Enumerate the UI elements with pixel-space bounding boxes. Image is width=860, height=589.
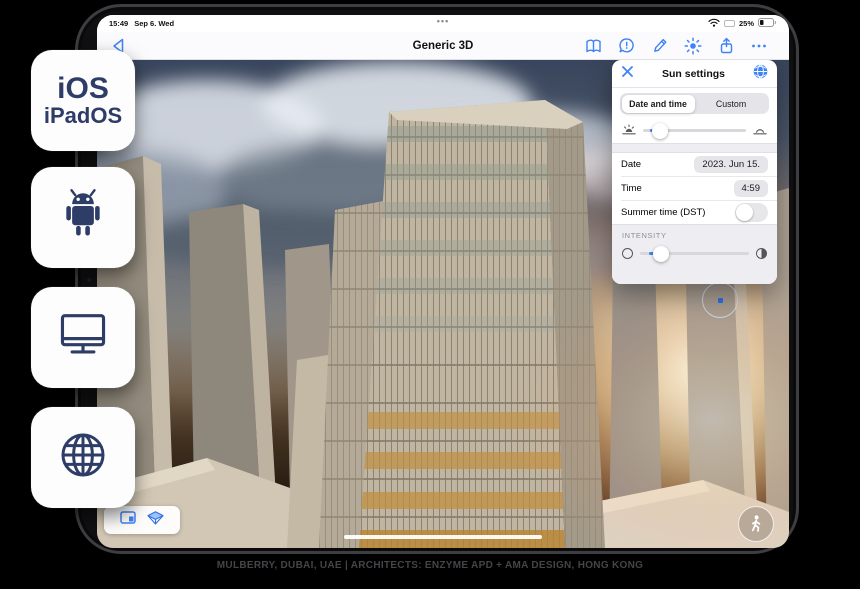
summer-time-toggle[interactable] [735,203,768,222]
sun-dot [718,298,723,303]
page-title: Generic 3D [413,40,474,52]
intensity-section: INTENSITY [612,224,777,275]
ios-label: iOS [57,73,109,105]
ipad-screen: 15:49 Sep 6. Wed ••• 25% [97,15,789,548]
android-icon [54,185,112,250]
status-date: Sep 6. Wed [134,19,174,28]
platform-badge-desktop [31,287,135,388]
date-label: Date [621,159,641,170]
ipados-label: iPadOS [44,104,122,128]
status-indicator-icon [724,20,735,27]
tab-custom[interactable]: Custom [695,95,768,113]
time-value[interactable]: 4:59 [734,180,769,197]
date-row: Date 2023. Jun 15. [612,153,777,176]
battery-icon [758,18,777,29]
toggle-knob [736,204,753,221]
circle-halffill-icon [756,248,767,259]
platform-badge-android [31,167,135,268]
intensity-slider [612,242,777,259]
view-controls [104,506,180,534]
time-slider-thumb[interactable] [652,123,668,139]
status-bar: 15:49 Sep 6. Wed ••• 25% [97,15,789,32]
navigation-bar: Generic 3D [97,32,789,60]
intensity-slider-track[interactable] [640,252,749,255]
share-button[interactable] [718,37,735,55]
panel-title: Sun settings [634,68,753,80]
axonometric-view-button[interactable] [147,511,164,530]
summer-time-row: Summer time (DST) [612,201,777,224]
feedback-bubble-button[interactable] [618,37,635,54]
panel-footer [612,275,777,284]
sun-settings-button[interactable] [684,37,702,55]
sunset-icon [753,122,767,140]
ipad-device-frame: 15:49 Sep 6. Wed ••• 25% [75,4,799,554]
time-label: Time [621,183,642,194]
time-of-day-slider [612,118,777,143]
walk-mode-button[interactable] [738,506,774,542]
mode-tabs: Date and time Custom [612,88,777,118]
multitask-handle[interactable]: ••• [437,16,449,26]
front-camera [86,277,92,283]
summer-time-label: Summer time (DST) [621,207,705,218]
view-layers-button[interactable] [120,511,136,529]
bookmarks-button[interactable] [585,38,602,54]
project-caption: MULBERRY, DUBAI, UAE | ARCHITECTS: ENZYM… [0,560,860,571]
intensity-label: INTENSITY [612,225,777,242]
tab-date-and-time[interactable]: Date and time [622,95,695,113]
date-value[interactable]: 2023. Jun 15. [694,156,768,173]
3d-viewport[interactable]: Sun settings Date and time Custom [97,60,789,548]
platform-badge-web [31,407,135,508]
markup-pencil-button[interactable] [651,37,668,54]
sun-position-indicator[interactable] [702,282,738,318]
platform-badge-ios: iOS iPadOS [31,50,135,151]
time-slider-track[interactable] [643,129,746,132]
marketing-composite: 15:49 Sep 6. Wed ••• 25% [0,0,860,589]
more-ellipsis-button[interactable] [751,43,767,49]
status-time: 15:49 [109,19,128,28]
globe-icon[interactable] [753,64,768,84]
circle-empty-icon [622,248,633,259]
battery-percent: 25% [739,19,754,28]
home-indicator[interactable] [344,535,542,540]
sunrise-icon [622,122,636,140]
wifi-icon [708,18,720,29]
close-icon[interactable] [621,65,634,83]
web-globe-icon [53,425,113,490]
desktop-monitor-icon [54,308,112,367]
intensity-slider-thumb[interactable] [653,246,669,262]
time-row: Time 4:59 [612,177,777,200]
section-separator [612,143,777,153]
sun-settings-panel: Sun settings Date and time Custom [612,60,777,284]
